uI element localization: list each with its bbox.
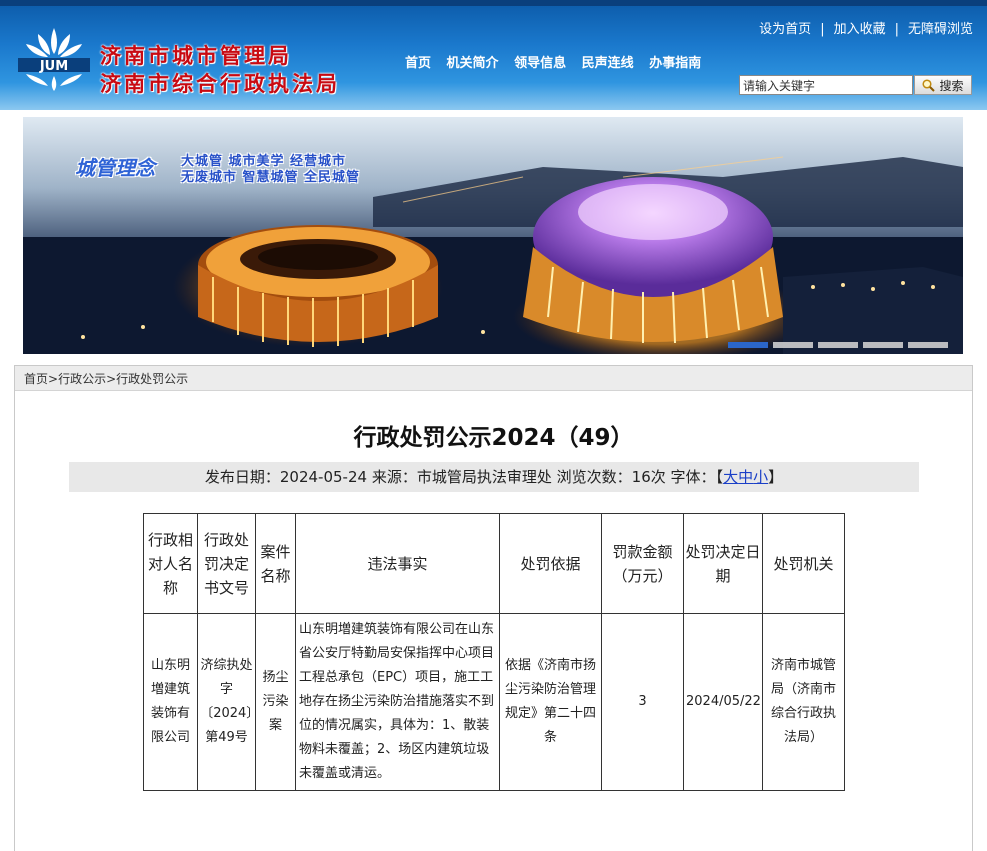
slide-dot[interactable]	[728, 342, 768, 348]
publish-date-label: 发布日期：	[204, 468, 280, 486]
accessibility-link[interactable]: 无障碍浏览	[908, 22, 973, 37]
site-header: JUM 济南市城市管理局 济南市综合行政执法局 设为首页 | 加入收藏 | 无障碍浏览 …	[0, 0, 987, 110]
slider-indicators	[728, 333, 953, 352]
font-size-label: 字体：	[670, 468, 716, 486]
nav-leaders[interactable]: 领导信息	[514, 52, 566, 71]
decision-date-cell: 2024/05/22	[683, 613, 763, 791]
city-emblem-logo[interactable]: JUM	[18, 24, 90, 92]
nav-service-guide[interactable]: 办事指南	[649, 52, 701, 71]
search-button-label: 搜索	[939, 78, 964, 93]
font-bracket-close: 】	[768, 468, 784, 486]
source: 市城管局执法审理处	[416, 468, 552, 486]
slide-dot[interactable]	[863, 342, 903, 348]
top-links: 设为首页 | 加入收藏 | 无障碍浏览	[759, 18, 973, 37]
column-header: 违法事实	[295, 513, 500, 614]
source-label: 来源：	[371, 468, 417, 486]
party-name-cell: 山东明増建筑装饰有限公司	[143, 613, 198, 791]
svg-text:JUM: JUM	[39, 59, 68, 74]
font-bracket-open: 【	[715, 468, 724, 486]
column-header: 处罚决定日期	[683, 513, 763, 614]
stadium-night-photo	[23, 117, 963, 354]
slogan-line-2: 无废城市 智慧城管 全民城管	[181, 170, 361, 185]
site-title-line1: 济南市城市管理局	[100, 43, 292, 68]
table-header-row: 行政相对人名称 行政处罚决定书文号 案件名称 违法事实 处罚依据 罚款金额（万元…	[143, 513, 845, 614]
nav-about[interactable]: 机关简介	[447, 52, 499, 71]
site-title-line2: 济南市综合行政执法局	[100, 71, 340, 96]
search-input[interactable]	[739, 75, 913, 95]
font-size-large[interactable]: 大	[723, 468, 738, 486]
violation-facts-cell: 山东明増建筑装饰有限公司在山东省公安厅特勤局安保指挥中心项目工程总承包（EPC）…	[295, 613, 500, 791]
legal-basis-cell: 依据《济南市扬尘污染防治管理规定》第二十四条	[499, 613, 602, 791]
font-size-medium[interactable]: 中	[738, 468, 753, 486]
breadcrumb-penalty-public[interactable]: 行政处罚公示	[116, 372, 188, 386]
breadcrumb: 首页>行政公示>行政处罚公示	[15, 366, 972, 391]
document-number-cell: 济综执处字〔2024〕第49号	[197, 613, 256, 791]
breadcrumb-home[interactable]: 首页	[24, 372, 48, 386]
search-button[interactable]: 搜索	[914, 75, 972, 95]
slide-dot[interactable]	[818, 342, 858, 348]
divider: |	[820, 22, 825, 37]
column-header: 罚款金额（万元）	[601, 513, 684, 614]
slide-dot[interactable]	[773, 342, 813, 348]
nav-home[interactable]: 首页	[405, 52, 431, 71]
font-size-small[interactable]: 小	[753, 468, 768, 486]
case-name-cell: 扬尘污染案	[255, 613, 296, 791]
fine-amount-cell: 3	[601, 613, 684, 791]
column-header: 案件名称	[255, 513, 296, 614]
column-header: 行政处罚决定书文号	[197, 513, 256, 614]
slide-dot[interactable]	[908, 342, 948, 348]
slogan-label: 城管理念	[75, 156, 155, 180]
main-nav: 首页 机关简介 领导信息 民声连线 办事指南	[405, 52, 712, 71]
add-favorite-link[interactable]: 加入收藏	[834, 22, 886, 37]
penalty-table: 行政相对人名称 行政处罚决定书文号 案件名称 违法事实 处罚依据 罚款金额（万元…	[143, 513, 845, 791]
column-header: 处罚机关	[762, 513, 845, 614]
penalty-authority-cell: 济南市城管局（济南市综合行政执法局）	[762, 613, 845, 791]
breadcrumb-admin-public[interactable]: 行政公示	[58, 372, 106, 386]
content-panel: 首页>行政公示>行政处罚公示 行政处罚公示2024（49） 发布日期：2024-…	[14, 365, 973, 851]
column-header: 处罚依据	[499, 513, 602, 614]
view-count: 16次	[631, 468, 666, 486]
column-header: 行政相对人名称	[143, 513, 198, 614]
nav-public-voice[interactable]: 民声连线	[582, 52, 634, 71]
article-meta: 发布日期：2024-05-24 来源：市城管局执法审理处 浏览次数：16次 字体…	[69, 462, 919, 492]
table-row: 山东明増建筑装饰有限公司 济综执处字〔2024〕第49号 扬尘污染案 山东明増建…	[143, 613, 845, 791]
page-title: 行政处罚公示2024（49）	[353, 425, 634, 451]
views-label: 浏览次数：	[556, 468, 632, 486]
hero-banner[interactable]: 城管理念 大城管 城市美学 经营城市 无废城市 智慧城管 全民城管	[23, 117, 963, 354]
search-icon	[922, 78, 936, 92]
header-top-strip	[0, 0, 987, 6]
publish-date: 2024-05-24	[279, 468, 368, 486]
set-homepage-link[interactable]: 设为首页	[759, 22, 811, 37]
divider: |	[894, 22, 899, 37]
